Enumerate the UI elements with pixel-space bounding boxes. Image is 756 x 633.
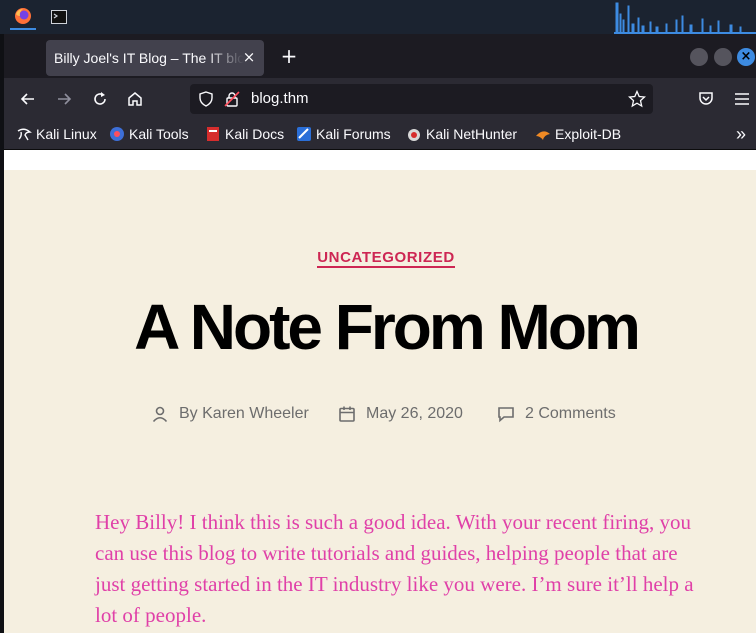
reload-icon bbox=[94, 92, 106, 105]
pocket-button[interactable] bbox=[694, 87, 718, 111]
bookmark-kali-nethunter[interactable]: Kali NetHunter bbox=[406, 126, 517, 142]
terminal-icon bbox=[51, 10, 67, 24]
kali-nethunter-icon bbox=[406, 126, 422, 142]
back-button[interactable] bbox=[16, 87, 40, 111]
post-date: May 26, 2020 bbox=[337, 404, 463, 424]
exploit-db-icon bbox=[535, 126, 551, 142]
tab-blog[interactable]: Billy Joel's IT Blog – The IT blog × bbox=[46, 40, 264, 76]
navigation-toolbar: blog.thm bbox=[4, 78, 756, 120]
firefox-window: Billy Joel's IT Blog – The IT blog × + ×… bbox=[4, 34, 756, 633]
comments-link[interactable]: 2 Comments bbox=[525, 405, 616, 423]
close-window-button[interactable]: × bbox=[737, 48, 755, 66]
back-arrow-icon bbox=[20, 93, 34, 105]
page-header-strip bbox=[4, 150, 756, 170]
firefox-icon bbox=[15, 8, 31, 24]
bookmarks-overflow-button[interactable]: » bbox=[736, 124, 746, 145]
desktop-taskbar bbox=[0, 0, 756, 34]
bookmark-kali-forums[interactable]: Kali Forums bbox=[296, 126, 391, 142]
taskbar-terminal-button[interactable] bbox=[46, 4, 72, 30]
url-text[interactable]: blog.thm bbox=[251, 90, 309, 107]
category-link[interactable]: UNCATEGORIZED bbox=[317, 249, 455, 268]
insecure-lock-icon[interactable] bbox=[224, 91, 240, 107]
forward-button[interactable] bbox=[52, 87, 76, 111]
page-content: UNCATEGORIZED A Note From Mom By Karen W… bbox=[4, 150, 756, 633]
bookmark-kali-docs[interactable]: Kali Docs bbox=[205, 126, 284, 142]
kali-dragon-icon bbox=[16, 126, 32, 142]
pocket-icon bbox=[699, 92, 713, 105]
tab-bar: Billy Joel's IT Blog – The IT blog × + × bbox=[4, 34, 756, 78]
date-link[interactable]: May 26, 2020 bbox=[366, 405, 463, 423]
post-category: UNCATEGORIZED bbox=[4, 249, 756, 268]
bookmark-exploit-db[interactable]: Exploit-DB bbox=[535, 126, 621, 142]
maximize-button[interactable] bbox=[714, 48, 732, 66]
post-body: Hey Billy! I think this is such a good i… bbox=[95, 510, 694, 627]
post-title: A Note From Mom bbox=[134, 291, 641, 363]
bookmark-kali-linux[interactable]: Kali Linux bbox=[16, 126, 97, 142]
kali-docs-icon bbox=[205, 126, 221, 142]
tab-title: Billy Joel's IT Blog – The IT blog bbox=[54, 50, 244, 66]
author-link[interactable]: By Karen Wheeler bbox=[179, 405, 309, 423]
kali-forums-icon bbox=[296, 126, 312, 142]
new-tab-button[interactable]: + bbox=[278, 46, 300, 68]
bookmarks-toolbar: Kali Linux Kali Tools Kali Docs Kali For… bbox=[4, 120, 756, 150]
home-icon bbox=[128, 92, 142, 106]
forward-arrow-icon bbox=[58, 93, 72, 105]
reload-button[interactable] bbox=[88, 87, 112, 111]
calendar-icon bbox=[337, 404, 357, 424]
url-bar[interactable]: blog.thm bbox=[190, 84, 653, 114]
user-icon bbox=[150, 404, 170, 424]
kali-tools-icon bbox=[109, 126, 125, 142]
post-author: By Karen Wheeler bbox=[150, 404, 309, 424]
tab-close-icon[interactable]: × bbox=[240, 48, 258, 66]
shield-icon[interactable] bbox=[198, 91, 214, 107]
post-comments: 2 Comments bbox=[496, 404, 616, 424]
menu-button[interactable] bbox=[730, 87, 754, 111]
bookmark-kali-tools[interactable]: Kali Tools bbox=[109, 126, 189, 142]
taskbar-firefox-button[interactable] bbox=[10, 4, 36, 30]
home-button[interactable] bbox=[123, 87, 147, 111]
bookmark-star-icon[interactable] bbox=[628, 90, 646, 108]
minimize-button[interactable] bbox=[690, 48, 708, 66]
comment-bubble-icon bbox=[496, 404, 516, 424]
cpu-usage-graph bbox=[614, 2, 756, 34]
hamburger-menu-icon bbox=[735, 93, 749, 105]
